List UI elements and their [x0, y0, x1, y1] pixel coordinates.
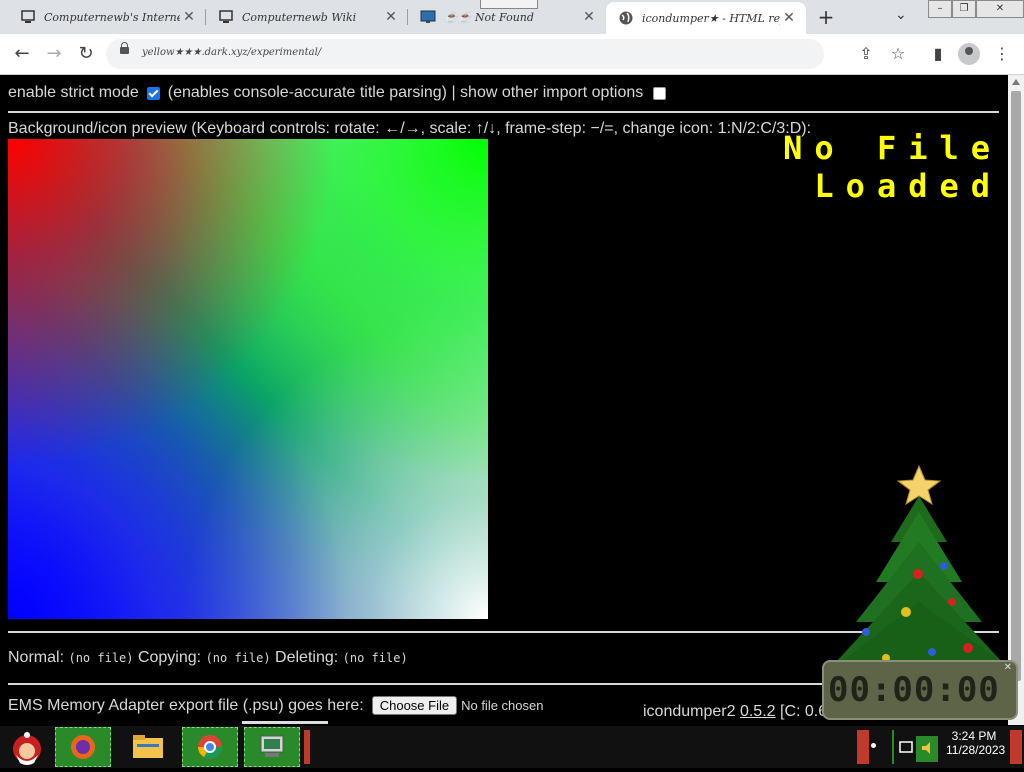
taskbar-clock[interactable]: 3:24 PM 11/28/2023	[946, 729, 1006, 757]
profile-avatar-icon[interactable]	[958, 43, 980, 65]
tab-title: ☕☕ Not Found	[444, 10, 534, 24]
new-tab-icon[interactable]: +	[814, 6, 838, 28]
taskbar-firefox[interactable]	[55, 727, 111, 767]
menu-dots-icon[interactable]: ⋮	[990, 42, 1014, 66]
version-link[interactable]: 0.5.2	[740, 703, 776, 720]
taskbar-task-manager[interactable]	[244, 727, 300, 767]
icon-preview-overlay	[8, 139, 488, 619]
computernewb-favicon-icon	[218, 9, 234, 25]
santa-start-icon	[13, 732, 41, 765]
close-icon[interactable]: ✕	[1004, 662, 1012, 673]
version-suffix: [C: 0.6	[780, 703, 828, 720]
tab-close-icon[interactable]: ✕	[580, 9, 598, 25]
no-file-chosen-text: No file chosen	[461, 698, 544, 713]
tab-wiki[interactable]: Computernewb Wiki ✕	[206, 0, 408, 34]
tab-strip: Computernewb's Internet Pub ✕ Computerne…	[0, 0, 1024, 34]
version-info: icondumper2 0.5.2 [C: 0.6	[643, 703, 827, 721]
bookmark-star-icon[interactable]: ☆	[886, 42, 910, 66]
tab-title: Computernewb Wiki	[242, 10, 357, 24]
deleting-label: Deleting:	[275, 649, 339, 666]
chevron-down-icon[interactable]: ⌄	[895, 7, 907, 23]
back-arrow-icon[interactable]: ←	[10, 42, 34, 66]
tab-title: Computernewb's Internet Pub	[44, 10, 180, 24]
computer-icon	[260, 735, 284, 757]
close-window-icon[interactable]: ✕	[976, 0, 1024, 18]
url-text: yellow★★★.dark.xyz/experimental/	[142, 47, 322, 58]
drag-handle[interactable]	[480, 0, 538, 9]
restore-icon[interactable]: ❐	[952, 0, 976, 18]
tab-icondumper[interactable]: icondumper★ - HTML ref ✕	[606, 2, 806, 34]
tab-internet-pub[interactable]: Computernewb's Internet Pub ✕	[8, 0, 206, 34]
forward-arrow-icon[interactable]: →	[42, 42, 66, 66]
start-button[interactable]	[4, 727, 50, 767]
scroll-up-icon[interactable]	[1012, 79, 1020, 85]
no-file-line: No File	[783, 129, 1002, 167]
folder-icon	[133, 735, 163, 758]
copying-value: (no file)	[205, 651, 271, 665]
show-desktop-button[interactable]	[1010, 730, 1022, 764]
desktop-clock-widget[interactable]: 00:00:00 ✕	[822, 660, 1018, 720]
app-name: icondumper2	[643, 703, 736, 720]
deleting-value: (no file)	[342, 651, 408, 665]
address-bar[interactable]: yellow★★★.dark.xyz/experimental/	[106, 39, 824, 69]
choose-file-button[interactable]: Choose File	[371, 696, 458, 715]
tab-close-icon[interactable]: ✕	[382, 9, 400, 25]
loaded-line: Loaded	[814, 167, 1002, 205]
file-status-row: Normal: (no file) Copying: (no file) Del…	[8, 649, 408, 667]
preview-heading: Background/icon preview (Keyboard contro…	[8, 120, 812, 137]
no-file-loaded-banner: No File Loaded	[783, 129, 1002, 205]
globe-icon	[618, 10, 634, 26]
taskbar-indicator	[857, 730, 869, 764]
tray-dot-icon[interactable]	[871, 743, 876, 748]
reload-icon[interactable]: ↻	[74, 42, 98, 66]
taskbar-indicator	[304, 730, 310, 764]
browser-toolbar: ← → ↻ yellow★★★.dark.xyz/experimental/ ⇪…	[0, 34, 1024, 75]
divider	[8, 111, 999, 113]
show-import-options-checkbox[interactable]	[653, 86, 667, 100]
network-icon	[899, 741, 913, 753]
tab-close-icon[interactable]: ✕	[780, 10, 798, 26]
tab-close-icon[interactable]: ✕	[180, 9, 198, 25]
clock-date: 11/28/2023	[946, 743, 1006, 757]
tab-title: icondumper★ - HTML ref	[642, 11, 780, 25]
clock-time: 3:24 PM	[951, 729, 997, 743]
divider	[242, 721, 328, 724]
file-upload-row: EMS Memory Adapter export file (.psu) go…	[8, 696, 543, 715]
strict-mode-label: enable strict mode	[8, 84, 139, 101]
strict-mode-note: (enables console-accurate title parsing)…	[167, 84, 644, 101]
share-icon[interactable]: ⇪	[854, 42, 878, 66]
taskbar-file-explorer[interactable]	[120, 727, 176, 767]
copying-label: Copying:	[137, 649, 202, 666]
import-options-row: enable strict mode (enables console-accu…	[8, 84, 674, 102]
minimize-icon[interactable]: –	[928, 0, 952, 18]
taskbar-chrome[interactable]	[182, 727, 238, 767]
tray-separator-icon	[892, 730, 894, 764]
chrome-icon	[198, 735, 222, 759]
side-panel-icon[interactable]: ▮	[926, 42, 950, 66]
taskbar	[0, 726, 1024, 768]
firefox-icon	[71, 735, 95, 759]
monitor-favicon-icon	[420, 9, 436, 25]
system-tray	[892, 730, 946, 764]
normal-label: Normal:	[8, 649, 65, 666]
clock-digits: 00:00:00	[828, 670, 1000, 710]
normal-value: (no file)	[68, 651, 134, 665]
computernewb-favicon-icon	[20, 9, 36, 25]
tree-branches-icon	[826, 496, 1018, 674]
strict-mode-checkbox[interactable]	[146, 86, 160, 100]
lock-icon[interactable]	[120, 42, 129, 54]
ems-export-label: EMS Memory Adapter export file (.psu) go…	[8, 696, 364, 714]
